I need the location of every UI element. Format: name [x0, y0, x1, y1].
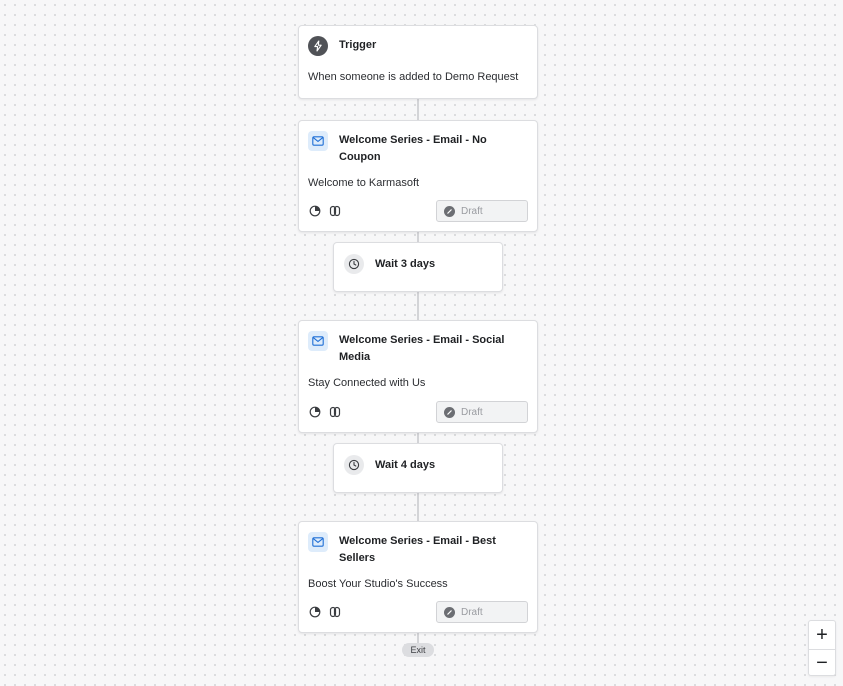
email-step-title: Welcome Series - Email - Social Media — [339, 334, 505, 363]
trigger-description: When someone is added to Demo Request — [308, 71, 519, 83]
email-icon — [308, 532, 328, 552]
connector — [417, 633, 419, 643]
email-subject: Stay Connected with Us — [308, 377, 426, 389]
status-label: Draft — [461, 606, 483, 618]
wait-step-card[interactable]: Wait 3 days — [333, 242, 503, 292]
bolt-icon — [308, 36, 328, 56]
email-step-title: Welcome Series - Email - Best Sellers — [339, 535, 496, 564]
email-step-title: Welcome Series - Email - No Coupon — [339, 134, 487, 163]
flow-canvas[interactable]: Trigger When someone is added to Demo Re… — [0, 0, 843, 686]
email-step-card[interactable]: Welcome Series - Email - Social Media St… — [298, 320, 538, 433]
email-subject: Welcome to Karmasoft — [308, 177, 420, 189]
exit-badge: Exit — [402, 643, 434, 657]
email-step-card[interactable]: Welcome Series - Email - No Coupon Welco… — [298, 120, 538, 232]
email-icon — [308, 131, 328, 151]
email-icon — [308, 331, 328, 351]
clock-icon — [344, 455, 364, 475]
connector — [417, 290, 419, 320]
clock-icon — [344, 254, 364, 274]
status-label: Draft — [461, 205, 483, 217]
wait-step-card[interactable]: Wait 4 days — [333, 443, 503, 493]
connector — [417, 491, 419, 521]
trigger-title: Trigger — [339, 39, 377, 51]
analytics-icon[interactable] — [308, 605, 322, 619]
draft-icon — [444, 606, 455, 618]
trigger-card[interactable]: Trigger When someone is added to Demo Re… — [298, 25, 538, 99]
connector — [417, 433, 419, 443]
status-label: Draft — [461, 406, 483, 418]
status-badge[interactable]: Draft — [436, 601, 528, 623]
zoom-out-button[interactable]: − — [809, 649, 835, 676]
wait-step-title: Wait 4 days — [375, 459, 436, 471]
draft-icon — [444, 406, 455, 418]
link-icon[interactable] — [328, 605, 342, 619]
link-icon[interactable] — [328, 204, 342, 218]
email-subject: Boost Your Studio's Success — [308, 578, 448, 590]
connector — [417, 99, 419, 120]
status-badge[interactable]: Draft — [436, 401, 528, 423]
analytics-icon[interactable] — [308, 204, 322, 218]
zoom-controls: + − — [808, 620, 836, 676]
wait-step-title: Wait 3 days — [375, 258, 436, 270]
link-icon[interactable] — [328, 405, 342, 419]
email-step-card[interactable]: Welcome Series - Email - Best Sellers Bo… — [298, 521, 538, 633]
zoom-in-button[interactable]: + — [809, 621, 835, 649]
draft-icon — [444, 205, 455, 217]
analytics-icon[interactable] — [308, 405, 322, 419]
status-badge[interactable]: Draft — [436, 200, 528, 222]
